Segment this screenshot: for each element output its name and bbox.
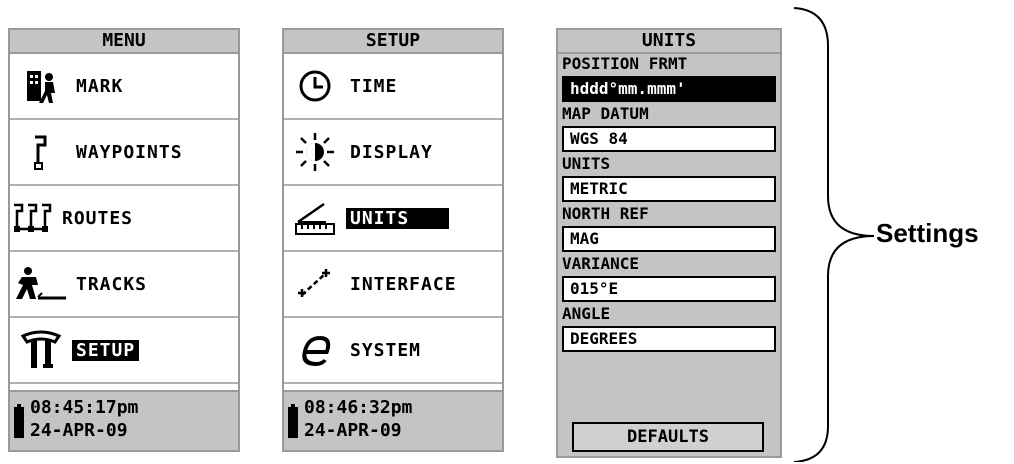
menu-item-label: SETUP <box>72 339 140 361</box>
status-bar: 08:45:17pm 24-APR-09 <box>10 390 238 450</box>
setup-screen: SETUP TIME DISPLAY UNITS INTERFACE SYSTE… <box>282 28 504 452</box>
field-label-position-format: POSITION FRMT <box>558 54 780 74</box>
map-datum-field[interactable]: WGS 84 <box>562 126 776 152</box>
variance-field[interactable]: 015°E <box>562 276 776 302</box>
tracks-icon <box>10 259 72 309</box>
menu-item-waypoints[interactable]: WAYPOINTS <box>10 120 238 186</box>
menu-item-setup[interactable]: SETUP <box>10 318 238 384</box>
menu-item-label: WAYPOINTS <box>76 141 183 163</box>
menu-item-tracks[interactable]: TRACKS <box>10 252 238 318</box>
menu-title: MENU <box>10 30 238 54</box>
setup-item-label: TIME <box>350 75 398 97</box>
ruler-icon <box>284 193 346 243</box>
menu-item-routes[interactable]: ROUTES <box>10 186 238 252</box>
setup-item-label: DISPLAY <box>350 141 433 163</box>
units-screen: UNITS POSITION FRMT hddd°mm.mmm' MAP DAT… <box>556 28 782 458</box>
north-ref-field[interactable]: MAG <box>562 226 776 252</box>
status-time: 08:46:32pm <box>304 397 413 418</box>
battery-icon <box>14 404 24 438</box>
routes-icon <box>10 193 58 243</box>
setup-tools-icon <box>10 325 72 375</box>
units-field[interactable]: METRIC <box>562 176 776 202</box>
menu-item-label: TRACKS <box>76 273 148 295</box>
setup-item-display[interactable]: DISPLAY <box>284 120 502 186</box>
interface-icon <box>284 259 346 309</box>
setup-item-label: INTERFACE <box>350 273 457 295</box>
battery-icon <box>288 404 298 438</box>
units-fields: POSITION FRMT hddd°mm.mmm' MAP DATUM WGS… <box>558 54 780 352</box>
field-label-north-ref: NORTH REF <box>558 204 780 224</box>
field-label-units: UNITS <box>558 154 780 174</box>
settings-annotation: Settings <box>876 218 979 248</box>
status-date: 24-APR-09 <box>30 420 128 441</box>
angle-field[interactable]: DEGREES <box>562 326 776 352</box>
field-label-angle: ANGLE <box>558 304 780 324</box>
status-time: 08:45:17pm <box>30 397 139 418</box>
sun-icon <box>284 127 346 177</box>
field-label-variance: VARIANCE <box>558 254 780 274</box>
setup-title: SETUP <box>284 30 502 54</box>
clock-icon <box>284 61 346 111</box>
mark-icon <box>10 61 72 111</box>
menu-item-label: ROUTES <box>62 207 134 229</box>
brace-icon <box>793 7 875 462</box>
setup-item-label: SYSTEM <box>350 339 422 361</box>
system-icon <box>284 325 346 375</box>
setup-item-label: UNITS <box>346 207 450 229</box>
waypoint-flag-icon <box>10 127 72 177</box>
setup-item-system[interactable]: SYSTEM <box>284 318 502 384</box>
field-label-map-datum: MAP DATUM <box>558 104 780 124</box>
units-title: UNITS <box>558 30 780 54</box>
position-format-field[interactable]: hddd°mm.mmm' <box>562 76 776 102</box>
status-bar: 08:46:32pm 24-APR-09 <box>284 390 502 450</box>
setup-item-interface[interactable]: INTERFACE <box>284 252 502 318</box>
status-date: 24-APR-09 <box>304 420 402 441</box>
menu-item-mark[interactable]: MARK <box>10 54 238 120</box>
menu-item-label: MARK <box>76 75 124 97</box>
menu-screen: MENU MARK WAYPOINTS ROUTES TRACKS SETUP … <box>8 28 240 452</box>
defaults-button[interactable]: DEFAULTS <box>572 422 764 452</box>
setup-item-units[interactable]: UNITS <box>284 186 502 252</box>
setup-item-time[interactable]: TIME <box>284 54 502 120</box>
